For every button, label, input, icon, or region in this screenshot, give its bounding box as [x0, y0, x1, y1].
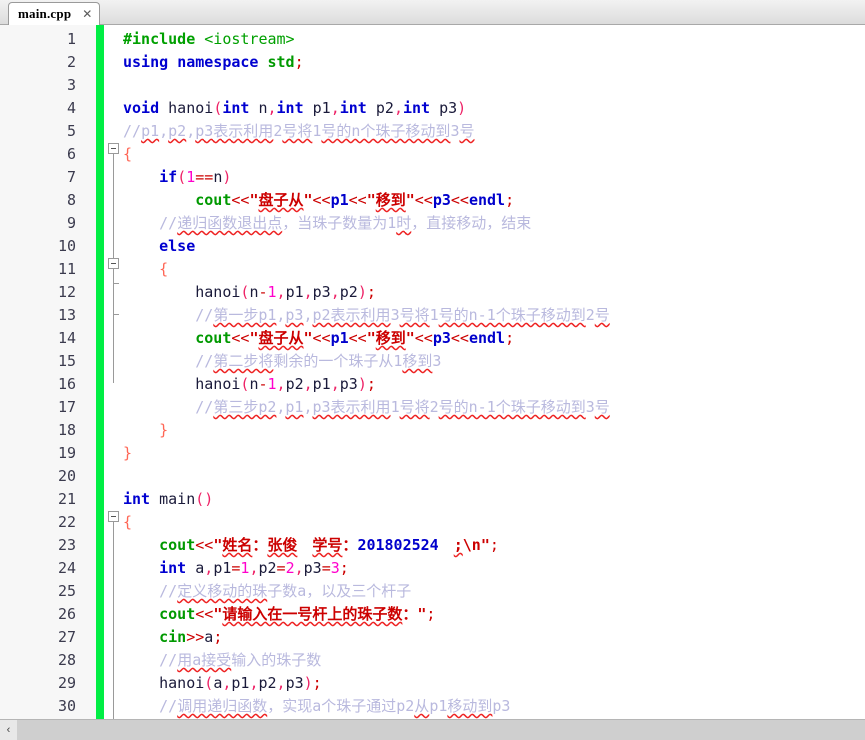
line-number: 2 [0, 51, 86, 74]
line-number: 4 [0, 97, 86, 120]
code-line: else [159, 237, 196, 255]
code-line: hanoi(n-1,p2,p1,p3); [195, 375, 376, 393]
code-line: cout<<"盘子从"<<p1<<"移到"<<p3<<endl; [195, 191, 515, 209]
line-numbers: 1 2 3 4 5 6 7 8 9 10 11 12 13 14 15 16 1… [0, 28, 86, 719]
editor-body: 1 2 3 4 5 6 7 8 9 10 11 12 13 14 15 16 1… [0, 25, 865, 719]
line-number: 9 [0, 212, 86, 235]
line-number: 16 [0, 373, 86, 396]
code-line: } [123, 444, 133, 462]
change-indicator-bar [96, 25, 104, 719]
line-number: 28 [0, 649, 86, 672]
chevron-left-icon[interactable]: ‹ [0, 720, 18, 740]
code-text-area[interactable]: #include <iostream> using namespace std;… [122, 25, 865, 719]
close-icon[interactable]: ✕ [82, 8, 92, 20]
code-line: { [159, 260, 169, 278]
line-number: 17 [0, 396, 86, 419]
code-line: cout<<"盘子从"<<p1<<"移到"<<p3<<endl; [195, 329, 515, 347]
line-number: 10 [0, 235, 86, 258]
code-line: hanoi(n-1,p1,p3,p2); [195, 283, 376, 301]
line-number: 13 [0, 304, 86, 327]
line-number: 7 [0, 166, 86, 189]
code-line: { [123, 513, 133, 531]
code-line: int main() [123, 490, 214, 508]
scrollbar-track[interactable] [17, 720, 865, 740]
code-line-comment: //第一步p1,p3,p2表示利用3号将1号的n-1个珠子移动到2号 [123, 306, 610, 324]
line-number: 8 [0, 189, 86, 212]
code-line: void hanoi(int n,int p1,int p2,int p3) [123, 99, 467, 117]
code-line: #include <iostream> [123, 30, 295, 48]
fold-toggle-line6[interactable] [108, 143, 119, 154]
fold-range-end-line11 [113, 283, 119, 284]
line-number: 25 [0, 580, 86, 603]
fold-range-line11 [113, 269, 114, 383]
fold-range-line22 [113, 522, 114, 719]
line-number: 6 [0, 143, 86, 166]
line-number: 21 [0, 488, 86, 511]
tab-label: main.cpp [18, 6, 72, 21]
line-number: 22 [0, 511, 86, 534]
line-number: 14 [0, 327, 86, 350]
code-line: } [159, 421, 169, 439]
code-line-comment: //定义移动的珠子数a，以及三个杆子 [123, 582, 412, 600]
line-number: 23 [0, 534, 86, 557]
editor-tab-bar: main.cpp ✕ [0, 0, 865, 25]
line-number: 11 [0, 258, 86, 281]
code-line: cin>>a; [159, 628, 223, 646]
line-number: 26 [0, 603, 86, 626]
code-line: cout<<"姓名：张俊 学号：201802524 ;\n"; [159, 536, 499, 554]
code-line-comment: //p1,p2,p3表示利用2号将1号的n个珠子移动到3号 [123, 122, 475, 140]
code-line: int a,p1=1,p2=2,p3=3; [159, 559, 349, 577]
code-line: if(1==n) [159, 168, 232, 186]
line-number: 19 [0, 442, 86, 465]
horizontal-scrollbar[interactable]: ‹ [0, 719, 865, 740]
code-line-comment: //调用递归函数，实现a个珠子通过p2从p1移动到p3 [123, 697, 511, 715]
code-line-comment: //第二步将剩余的一个珠子从1移到3 [123, 352, 442, 370]
fold-toggle-line22[interactable] [108, 511, 119, 522]
line-number: 27 [0, 626, 86, 649]
code-line-comment: //用a接受输入的珠子数 [123, 651, 322, 669]
code-line: cout<<"请输入在一号杆上的珠子数："; [159, 605, 436, 623]
code-line: using namespace std; [123, 53, 304, 71]
code-line-comment: //递归函数退出点，当珠子数量为1时，直接移动，结束 [123, 214, 532, 232]
code-line: { [123, 145, 133, 163]
fold-toggle-line11[interactable] [108, 258, 119, 269]
line-number: 5 [0, 120, 86, 143]
line-number: 12 [0, 281, 86, 304]
line-number: 1 [0, 28, 86, 51]
code-line: hanoi(a,p1,p2,p3); [159, 674, 322, 692]
code-line-comment: //第三步p2,p1,p3表示利用1号将2号的n-1个珠子移动到3号 [123, 398, 610, 416]
tab-main-cpp[interactable]: main.cpp ✕ [8, 2, 101, 25]
line-number: 30 [0, 695, 86, 718]
code-editor-window: main.cpp ✕ 1 2 3 4 5 6 7 8 9 10 11 12 13… [0, 0, 865, 740]
line-number: 20 [0, 465, 86, 488]
line-number: 18 [0, 419, 86, 442]
line-number: 29 [0, 672, 86, 695]
line-number: 3 [0, 74, 86, 97]
line-number: 15 [0, 350, 86, 373]
line-number: 24 [0, 557, 86, 580]
